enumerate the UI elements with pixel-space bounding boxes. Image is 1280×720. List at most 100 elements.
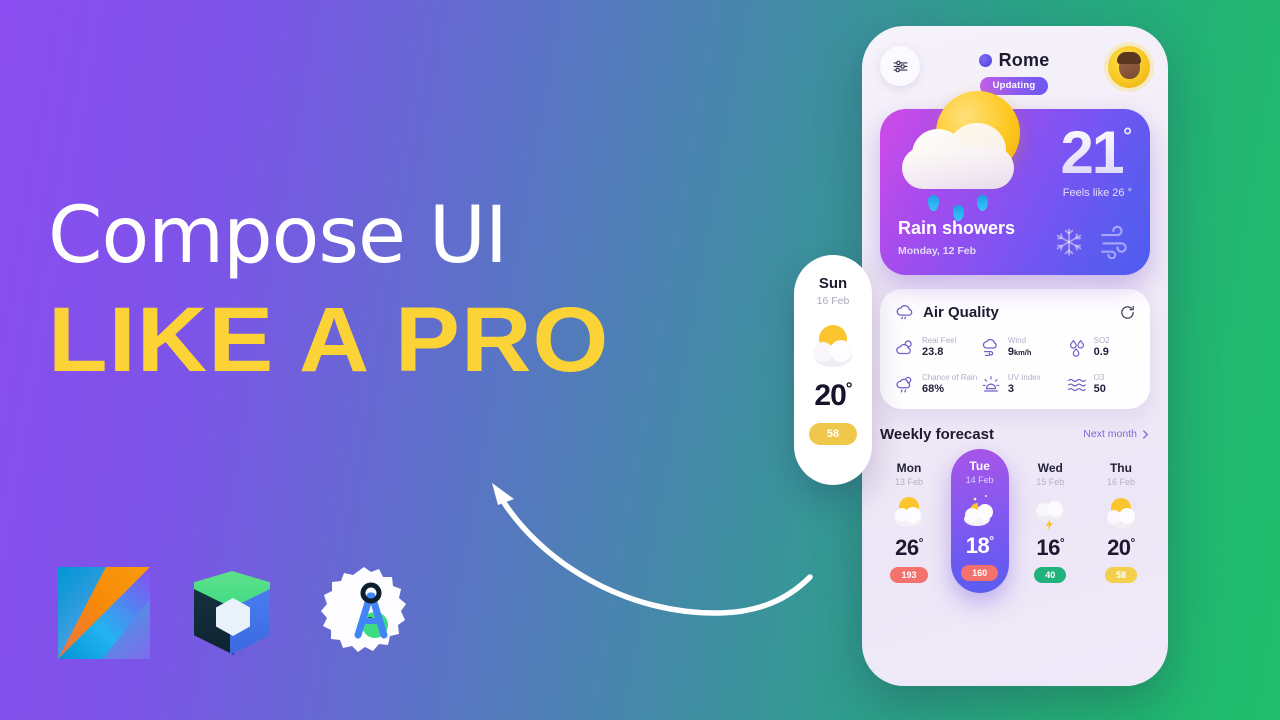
weekly-forecast-header: Weekly forecast Next month	[880, 426, 1150, 443]
avatar[interactable]	[1108, 46, 1150, 88]
day-name: Tue	[969, 458, 990, 473]
day-name: Wed	[1037, 460, 1063, 475]
rain-drop-icon	[928, 195, 939, 211]
snowflake-icon	[1056, 228, 1082, 256]
day-temperature: 26	[895, 534, 919, 560]
metric-value: 0.9	[1093, 346, 1109, 358]
metric-wind: Wind 9km/h	[980, 336, 1066, 360]
day-aqi-badge: 193	[890, 566, 928, 583]
degree-symbol: °	[1059, 535, 1065, 550]
current-weather-card[interactable]: 21° Feels like 26 ° Rain showers Monday,…	[880, 91, 1150, 275]
moon-cloud-icon	[951, 488, 1009, 532]
metric-real-feel: Real Feel 23.8	[894, 336, 980, 360]
city-name: Rome	[998, 50, 1050, 70]
cloud-shape	[902, 123, 1014, 189]
day-date: 15 Feb	[1036, 476, 1065, 487]
current-temperature-block: 21° Feels like 26 °	[1060, 123, 1132, 200]
settings-button[interactable]	[880, 46, 920, 86]
weekly-forecast-title: Weekly forecast	[880, 425, 994, 443]
metric-label: O3	[1093, 372, 1105, 382]
day-temperature: 16	[1036, 534, 1060, 560]
wind-cloud-icon	[982, 338, 997, 356]
storm-cloud-icon	[1021, 490, 1079, 534]
metric-unit: km/h	[1013, 348, 1032, 357]
air-quality-card[interactable]: Air Quality Real Feel 23.8 Wind 9km/h SO…	[880, 289, 1150, 409]
metric-so2: SO2 0.9	[1066, 336, 1136, 360]
technology-logo-row	[58, 563, 414, 663]
degree-symbol: °	[989, 533, 994, 548]
day-name: Mon	[896, 460, 922, 475]
location-dot-icon	[978, 54, 992, 67]
forecast-day-tue[interactable]: Tue 14 Feb 18° 160	[950, 448, 1009, 593]
cloud-rain-icon	[896, 305, 913, 320]
day-aqi-badge: 58	[808, 423, 858, 445]
metric-value: 3	[1007, 382, 1014, 395]
curved-arrow-annotation	[470, 465, 830, 650]
weekly-forecast-list: Mon 13 Feb 26° 193 Tue 14 Feb 18° 160 We…	[880, 448, 1150, 593]
city-selector[interactable]: Rome Updating	[978, 46, 1050, 95]
waves-icon	[1067, 378, 1086, 391]
droplets-icon	[1069, 339, 1084, 357]
forecast-day-mon[interactable]: Mon 13 Feb 26° 193	[880, 453, 938, 583]
chevron-right-icon	[1143, 429, 1148, 439]
day-name: Sun	[818, 275, 848, 292]
sun-cloud-icon	[880, 490, 938, 534]
next-month-link[interactable]: Next month	[1083, 428, 1150, 440]
day-date: 16 Feb	[816, 295, 850, 307]
metric-label: Real Feel	[922, 336, 957, 345]
wind-icon	[1101, 225, 1127, 259]
app-header: Rome Updating	[880, 26, 1150, 95]
metric-value: 23.8	[922, 346, 944, 358]
metric-value: 50	[1093, 382, 1106, 395]
day-temperature: 18	[965, 532, 990, 558]
day-aqi-badge: 58	[1104, 566, 1137, 583]
metric-uv-index: UV Index 3	[980, 373, 1066, 397]
current-temperature: 21	[1060, 119, 1125, 186]
android-studio-logo	[314, 563, 414, 663]
sun-cloud-icon	[896, 340, 912, 355]
metric-label: Wind	[1007, 336, 1027, 345]
day-date: 16 Feb	[1106, 476, 1135, 487]
uv-sun-icon	[982, 375, 1000, 392]
metric-o3: O3 50	[1066, 373, 1136, 397]
metric-label: SO2	[1093, 336, 1110, 345]
phone-mockup: Rome Updating 21° Feels like 26 ° Rain s…	[862, 26, 1168, 686]
metric-chance-of-rain: Chance of Rain 68%	[894, 373, 980, 397]
metric-value: 68%	[922, 382, 945, 395]
feels-like-label: Feels like 26	[1062, 187, 1125, 199]
day-temperature: 20	[814, 379, 846, 412]
sun-cloud-icon	[1092, 490, 1150, 534]
day-date: 13 Feb	[894, 476, 924, 487]
air-quality-metrics: Real Feel 23.8 Wind 9km/h SO2 0.9 Chance…	[894, 336, 1136, 397]
refresh-icon[interactable]	[1119, 304, 1136, 321]
metric-label: UV Index	[1007, 372, 1041, 382]
degree-symbol: °	[845, 379, 853, 398]
air-quality-header: Air Quality	[894, 302, 1136, 323]
day-name: Thu	[1109, 460, 1132, 475]
weather-date: Monday, 12 Feb	[898, 245, 976, 257]
day-aqi-badge: 160	[961, 564, 999, 581]
promo-headline-secondary: LIKE A PRO	[48, 288, 610, 391]
degree-symbol: °	[1130, 535, 1136, 550]
metric-label: Chance of Rain	[922, 372, 978, 382]
rain-drop-icon	[977, 195, 988, 211]
degree-symbol: °	[1123, 123, 1132, 148]
kotlin-logo	[58, 567, 150, 659]
forecast-day-thu[interactable]: Thu 16 Feb 20° 58	[1092, 453, 1150, 583]
feels-like-degree: °	[1127, 187, 1132, 199]
floating-day-card[interactable]: Sun 16 Feb 20° 58	[794, 255, 872, 485]
day-date: 14 Feb	[965, 474, 994, 485]
day-aqi-badge: 40	[1034, 566, 1067, 583]
next-month-label: Next month	[1083, 428, 1137, 440]
degree-symbol: °	[918, 535, 924, 550]
forecast-day-wed[interactable]: Wed 15 Feb 16° 40	[1021, 453, 1079, 583]
rain-cloud-icon	[896, 376, 912, 393]
promo-text-block: Compose UI LIKE A PRO	[48, 191, 748, 388]
weather-condition: Rain showers	[898, 218, 1016, 238]
jetpack-compose-logo	[186, 567, 278, 659]
sun-cloud-icon	[794, 317, 872, 373]
sliders-icon	[893, 60, 907, 72]
air-quality-title: Air Quality	[923, 304, 999, 321]
day-temperature: 20	[1107, 534, 1131, 560]
promo-headline-primary: Compose UI	[48, 191, 508, 281]
